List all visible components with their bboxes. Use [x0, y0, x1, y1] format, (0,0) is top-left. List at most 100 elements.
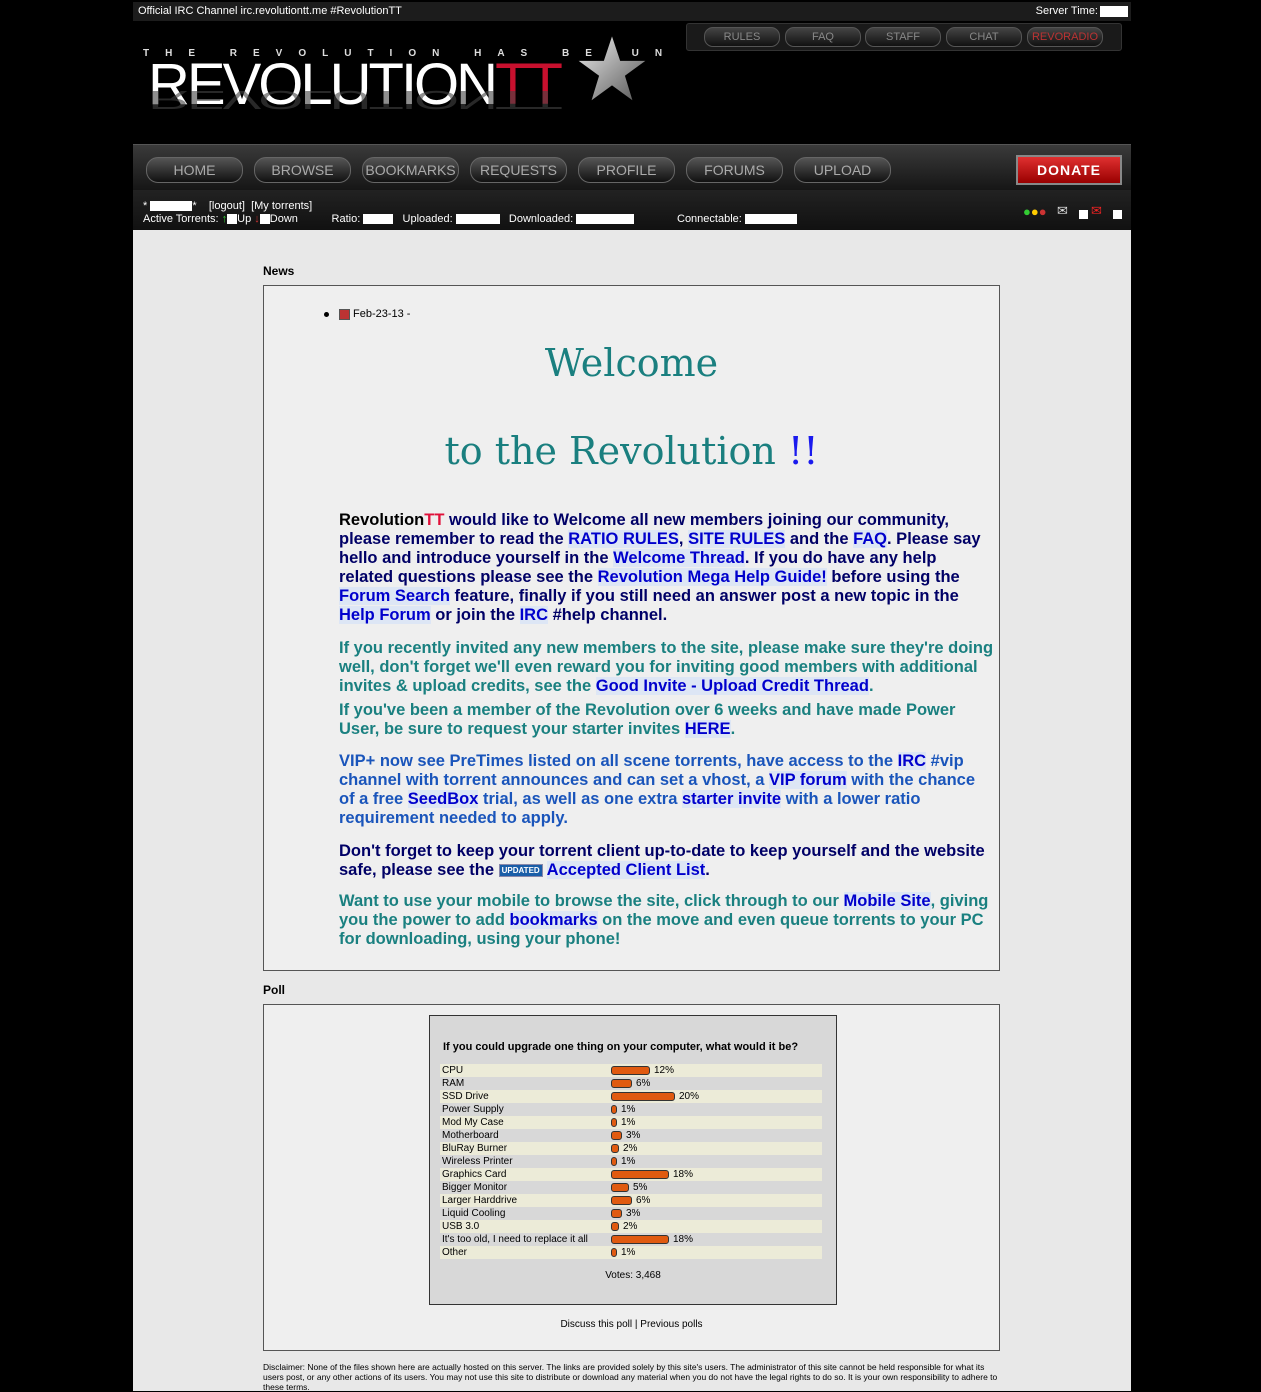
poll-bar — [611, 1118, 617, 1127]
faq-link[interactable]: FAQ — [853, 530, 888, 548]
nav-staff[interactable]: STAFF — [865, 27, 941, 47]
poll-option-label: Liquid Cooling — [442, 1208, 506, 1219]
new-mail-count — [1113, 210, 1122, 219]
poll-percent: 5% — [633, 1182, 648, 1193]
mobile-site-link[interactable]: Mobile Site — [843, 892, 931, 910]
news-paragraph-1: RevolutionTT would like to Welcome all n… — [339, 511, 981, 624]
starter-invites-link[interactable]: HERE — [684, 720, 731, 738]
poll-bar — [611, 1248, 617, 1257]
news-item-header: Feb-23-13 - — [324, 308, 410, 320]
poll-option-label: SSD Drive — [442, 1091, 489, 1102]
poll-option-label: Larger Harddrive — [442, 1195, 518, 1206]
ratio-rules-link[interactable]: RATIO RULES — [568, 530, 679, 548]
my-torrents-link[interactable]: [My torrents] — [251, 200, 312, 212]
donate-button[interactable]: DONATE — [1016, 155, 1122, 185]
nav-profile[interactable]: PROFILE — [578, 157, 675, 183]
poll-percent: 12% — [654, 1065, 675, 1076]
seedbox-link[interactable]: SeedBox — [407, 790, 479, 808]
nav-revoradio[interactable]: REVORADIO — [1027, 27, 1103, 47]
poll-option-label: Graphics Card — [442, 1169, 507, 1180]
poll-panel: If you could upgrade one thing on your c… — [429, 1015, 837, 1305]
bookmarks-link[interactable]: bookmarks — [509, 911, 598, 929]
poll-option-row: CPU 12% — [440, 1064, 822, 1077]
poll-bar — [611, 1131, 622, 1140]
poll-option-label: Motherboard — [442, 1130, 499, 1141]
nav-rules[interactable]: RULES — [704, 27, 780, 47]
nav-upload[interactable]: UPLOAD — [794, 157, 891, 183]
help-guide-link[interactable]: Revolution Mega Help Guide! — [597, 568, 827, 586]
poll-percent: 1% — [621, 1247, 636, 1258]
site-header: THE REVOLUTION HAS BEGUN REVOLUTIONTT RE… — [133, 21, 1131, 144]
poll-option-row: Larger Harddrive 6% — [440, 1194, 822, 1207]
poll-option-label: Power Supply — [442, 1104, 504, 1115]
poll-percent: 6% — [636, 1195, 651, 1206]
news-heading: News — [263, 264, 295, 278]
poll-bar — [611, 1235, 669, 1244]
poll-option-label: Bigger Monitor — [442, 1182, 508, 1193]
poll-option-row: Graphics Card 18% — [440, 1168, 822, 1181]
inbox-icon[interactable]: ✉ — [1057, 203, 1068, 219]
updated-badge: UPDATED — [498, 864, 543, 878]
poll-bar — [611, 1157, 617, 1166]
users-icon[interactable]: ●●● — [1023, 204, 1047, 219]
nav-requests[interactable]: REQUESTS — [470, 157, 567, 183]
welcome-title: Welcome — [544, 341, 719, 385]
logo-reflection: REVOLUTIONTT — [148, 85, 560, 115]
poll-option-label: CPU — [442, 1065, 464, 1076]
poll-footer: Discuss this poll | Previous polls — [560, 1319, 703, 1330]
poll-votes: Votes: 3,468 — [605, 1270, 661, 1281]
poll-option-row: It's too old, I need to replace it all 18… — [440, 1233, 822, 1246]
forum-search-link[interactable]: Forum Search — [339, 587, 450, 605]
server-time-label: Server Time: — [1035, 5, 1098, 17]
starter-invite-link[interactable]: starter invite — [682, 790, 782, 808]
inbox-count — [1079, 210, 1088, 219]
ratio-label: Ratio: — [331, 213, 361, 225]
poll-option-row: USB 3.0 2% — [440, 1220, 822, 1233]
downloaded-label: Downloaded: — [508, 213, 574, 225]
main-nav: HOME BROWSE BOOKMARKS REQUESTS PROFILE F… — [133, 144, 1131, 191]
top-info-bar: Official IRC Channel irc.revolutiontt.me… — [133, 2, 1131, 21]
poll-bar — [611, 1196, 632, 1205]
site-rules-link[interactable]: SITE RULES — [688, 530, 786, 548]
poll-percent: 1% — [621, 1104, 636, 1115]
poll-percent: 1% — [621, 1117, 636, 1128]
nav-browse[interactable]: BROWSE — [254, 157, 351, 183]
news-paragraph-2: If you recently invited any new members … — [339, 639, 994, 695]
nav-chat[interactable]: CHAT — [946, 27, 1022, 47]
welcome-thread-link[interactable]: Welcome Thread — [613, 549, 745, 567]
poll-bar — [611, 1170, 669, 1179]
username[interactable]: * * — [143, 200, 197, 212]
poll-option-row: Other 1% — [440, 1246, 822, 1259]
irc-channel-text: Official IRC Channel irc.revolutiontt.me… — [138, 5, 402, 17]
discuss-poll-link[interactable]: Discuss this poll — [560, 1319, 632, 1330]
news-paragraph-6: Want to use your mobile to browse the si… — [339, 892, 989, 948]
help-forum-link[interactable]: Help Forum — [339, 606, 431, 624]
collapse-icon[interactable] — [339, 308, 350, 320]
top-nav: RULES FAQ STAFF CHAT REVORADIO — [686, 23, 1122, 51]
nav-bookmarks[interactable]: BOOKMARKS — [362, 157, 459, 183]
poll-percent: 20% — [679, 1091, 700, 1102]
poll-option-row: BluRay Burner 2% — [440, 1142, 822, 1155]
nav-home[interactable]: HOME — [146, 157, 243, 183]
poll-bar — [611, 1183, 629, 1192]
poll-option-label: Other — [442, 1247, 468, 1258]
nav-faq[interactable]: FAQ — [785, 27, 861, 47]
new-mail-icon[interactable]: ✉ — [1091, 203, 1102, 219]
logout-link[interactable]: [logout] — [209, 200, 245, 212]
vip-forum-link[interactable]: VIP forum — [769, 771, 847, 789]
client-list-link[interactable]: Accepted Client List — [546, 861, 706, 879]
poll-option-row: Power Supply 1% — [440, 1103, 822, 1116]
poll-percent: 1% — [621, 1156, 636, 1167]
good-invite-thread-link[interactable]: Good Invite - Upload Credit Thread — [595, 677, 869, 695]
news-paragraph-5: Don't forget to keep your torrent client… — [339, 842, 985, 879]
poll-option-row: Liquid Cooling 3% — [440, 1207, 822, 1220]
nav-forums[interactable]: FORUMS — [686, 157, 783, 183]
vip-irc-link[interactable]: IRC — [897, 752, 927, 770]
server-time-value — [1100, 6, 1128, 17]
poll-box: If you could upgrade one thing on your c… — [263, 1004, 1000, 1351]
irc-link[interactable]: IRC — [519, 606, 549, 624]
previous-polls-link[interactable]: Previous polls — [640, 1319, 702, 1330]
poll-bar — [611, 1105, 617, 1114]
main-content: News Feb-23-13 - Welcome to the Revoluti… — [133, 230, 1131, 1392]
poll-option-label: It's too old, I need to replace it all — [442, 1234, 588, 1245]
